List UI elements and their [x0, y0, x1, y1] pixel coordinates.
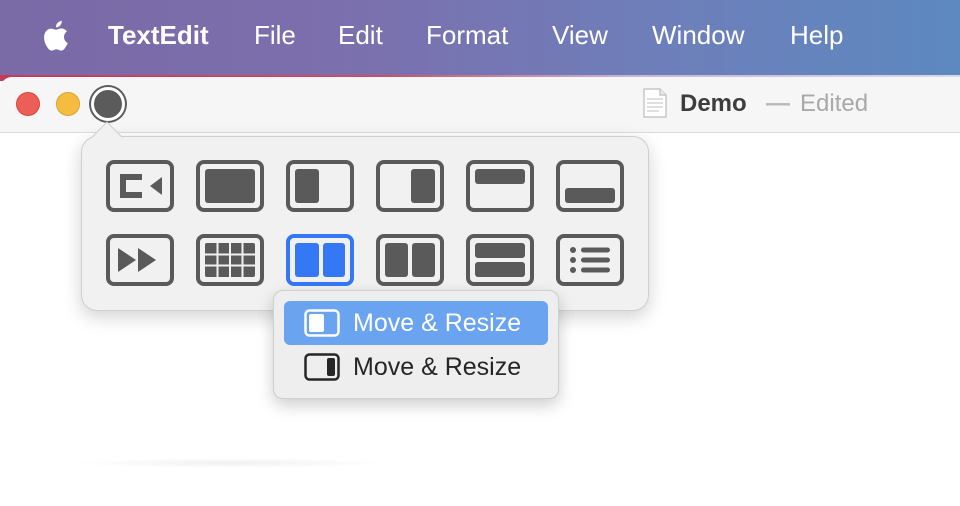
move-to-display-icon: [106, 160, 174, 212]
list-icon: [556, 234, 624, 286]
menu-format[interactable]: Format: [426, 20, 508, 51]
minimize-window-button[interactable]: [56, 92, 80, 116]
menu-edit[interactable]: Edit: [338, 20, 383, 51]
menu-view[interactable]: View: [552, 20, 608, 51]
submenu-item-move-resize-right[interactable]: Move & Resize: [284, 345, 548, 389]
tile-split-horizontal[interactable]: [466, 234, 534, 286]
tile-fast-forward[interactable]: [106, 234, 174, 286]
menu-file[interactable]: File: [254, 20, 296, 51]
bottom-half-icon: [556, 160, 624, 212]
menu-app-name[interactable]: TextEdit: [108, 20, 209, 51]
tile-split-vertical[interactable]: [376, 234, 444, 286]
zoom-window-button[interactable]: [91, 87, 125, 121]
close-window-button[interactable]: [16, 92, 40, 116]
tile-list[interactable]: [556, 234, 624, 286]
submenu-item-move-resize-left[interactable]: Move & Resize: [284, 301, 548, 345]
left-half-icon: [286, 160, 354, 212]
top-half-icon: [466, 160, 534, 212]
tile-move-to-display[interactable]: [106, 160, 174, 212]
left-side-window-icon: [304, 309, 340, 337]
split-horizontal-icon: [466, 234, 534, 286]
window-title: Demo: [680, 90, 747, 117]
fast-forward-icon: [106, 234, 174, 286]
grid-icon: [196, 234, 264, 286]
tile-split-left-right[interactable]: [286, 234, 354, 286]
tile-grid[interactable]: [196, 234, 264, 286]
tile-left-half[interactable]: [286, 160, 354, 212]
right-side-window-icon: [304, 353, 340, 381]
fill-icon: [196, 160, 264, 212]
tile-submenu: Move & Resize Move & Resize: [273, 290, 559, 399]
menu-window[interactable]: Window: [652, 20, 744, 51]
submenu-label: Move & Resize: [353, 309, 522, 337]
apple-logo-icon[interactable]: [38, 18, 70, 54]
tile-bottom-half[interactable]: [556, 160, 624, 212]
menu-bar: TextEdit File Edit Format View Window He…: [0, 0, 960, 75]
document-icon: [643, 88, 667, 118]
split-left-right-icon: [286, 234, 354, 286]
window-shadow: [70, 458, 390, 468]
document-status: Edited: [800, 90, 869, 117]
right-half-icon: [376, 160, 444, 212]
tile-right-half[interactable]: [376, 160, 444, 212]
menu-help[interactable]: Help: [790, 20, 843, 51]
submenu-label: Move & Resize: [353, 353, 522, 381]
split-vertical-icon: [376, 234, 444, 286]
tile-top-half[interactable]: [466, 160, 534, 212]
tile-fill[interactable]: [196, 160, 264, 212]
title-separator: —: [766, 90, 790, 117]
